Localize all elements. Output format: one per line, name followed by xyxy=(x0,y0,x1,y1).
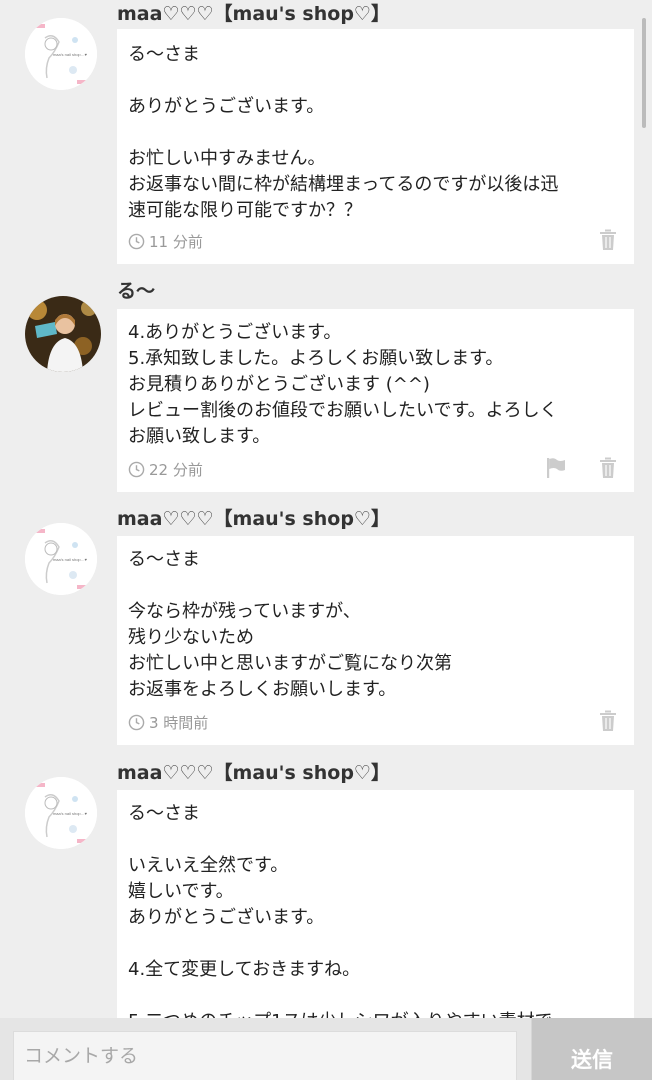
comment-composer: 送信 xyxy=(0,1018,652,1080)
comment-bubble: 4.ありがとうございます。 5.承知致しました。よろしくお願い致します。 お見積… xyxy=(117,309,634,492)
comment-line: 4.全て変更しておきますね。 xyxy=(128,959,361,980)
comment-meta: 3 時間前 xyxy=(128,711,208,733)
comment-time: 11 分前 xyxy=(149,232,203,251)
shop-avatar[interactable]: maa's nail shop…♥ xyxy=(25,523,97,595)
trash-icon[interactable] xyxy=(598,457,618,479)
comment-line: お返事ない間に枠が結構埋まってるのですが以後は迅 xyxy=(128,174,559,195)
comment-line: ありがとうございます。 xyxy=(128,907,325,928)
comment-line: 今なら枠が残っていますが、 xyxy=(128,601,361,622)
comment-line: 5.二つめのチップ1スは少しシワが入りやすい素材で xyxy=(128,1009,622,1018)
avatar-shop-text: maa's nail shop…♥ xyxy=(53,52,88,57)
shop-avatar[interactable]: maa's nail shop…♥ xyxy=(25,777,97,849)
comment-meta: 22 分前 xyxy=(128,458,203,480)
send-button-label: 送信 xyxy=(571,1048,613,1072)
comment-line xyxy=(128,827,622,853)
comment-line xyxy=(128,68,622,94)
scrollbar-thumb[interactable] xyxy=(642,18,646,128)
comment-time: 3 時間前 xyxy=(149,713,209,732)
comment-author[interactable]: maa♡♡♡【mau's shop♡】 xyxy=(117,2,390,26)
comment-line: 速可能な限り可能ですか？？ xyxy=(128,200,362,221)
comment-line xyxy=(128,931,622,957)
comment-line: お見積りありがとうございます (^^) xyxy=(128,374,430,395)
comment-bubble: る〜さま ありがとうございます。 お忙しい中すみません。 お返事ない間に枠が結構… xyxy=(117,29,634,264)
comment-line: 嬉しいです。 xyxy=(128,881,234,902)
shop-avatar[interactable]: maa's nail shop…♥ xyxy=(25,18,97,90)
trash-icon[interactable] xyxy=(598,710,618,732)
comment-actions xyxy=(566,710,618,732)
comment-bubble: る〜さま いえいえ全然です。 嬉しいです。 ありがとうございます。 4.全て変更… xyxy=(117,790,634,1018)
user-avatar[interactable] xyxy=(25,296,101,372)
flag-icon[interactable] xyxy=(546,457,566,479)
comment-line xyxy=(128,573,622,599)
comment-text: る〜さま ありがとうございます。 お忙しい中すみません。 お返事ない間に枠が結構… xyxy=(128,42,622,224)
comment-author[interactable]: る〜 xyxy=(117,279,155,303)
comment-line xyxy=(128,120,622,146)
clock-icon xyxy=(128,461,145,477)
comment-text: 4.ありがとうございます。 5.承知致しました。よろしくお願い致します。 お見積… xyxy=(128,320,622,450)
comment-bubble: る〜さま 今なら枠が残っていますが、 残り少ないため お忙しい中と思いますがご覧… xyxy=(117,536,634,745)
comment-input[interactable] xyxy=(13,1031,517,1080)
avatar-shop-text: maa's nail shop…♥ xyxy=(53,557,88,562)
comment-meta: 11 分前 xyxy=(128,230,203,252)
comment-line: 残り少ないため xyxy=(128,627,254,648)
trash-icon[interactable] xyxy=(598,229,618,251)
comment-text: る〜さま 今なら枠が残っていますが、 残り少ないため お忙しい中と思いますがご覧… xyxy=(128,547,622,703)
comment-feed[interactable]: maa's nail shop…♥ maa♡♡♡【mau's shop♡】 る〜… xyxy=(0,0,652,1018)
comment-actions xyxy=(566,229,618,251)
comment-author[interactable]: maa♡♡♡【mau's shop♡】 xyxy=(117,761,390,785)
clock-icon xyxy=(128,714,145,730)
comment-line: る〜さま xyxy=(128,549,200,570)
comment-line: 5.承知致しました。よろしくお願い致します。 xyxy=(128,348,504,369)
comment-line: レビュー割後のお値段でお願いしたいです。よろしく xyxy=(128,400,558,421)
comment-line: いえいえ全然です。 xyxy=(128,855,289,876)
comment-line: ありがとうございます。 xyxy=(128,96,325,117)
comment-text: る〜さま いえいえ全然です。 嬉しいです。 ありがとうございます。 4.全て変更… xyxy=(128,801,622,1018)
comment-time: 22 分前 xyxy=(149,460,203,479)
avatar-shop-text: maa's nail shop…♥ xyxy=(53,811,88,816)
send-button[interactable]: 送信 xyxy=(531,1018,652,1080)
comment-line: お返事をよろしくお願いします。 xyxy=(128,679,397,700)
comment-author[interactable]: maa♡♡♡【mau's shop♡】 xyxy=(117,507,390,531)
comment-line: お願い致します。 xyxy=(128,426,271,447)
comment-line: お忙しい中すみません。 xyxy=(128,148,326,169)
comment-line: お忙しい中と思いますがご覧になり次第 xyxy=(128,653,452,674)
comment-line: る〜さま xyxy=(128,44,200,65)
comment-line xyxy=(128,983,622,1009)
comment-actions xyxy=(514,457,618,479)
comment-line: 4.ありがとうございます。 xyxy=(128,322,342,343)
clock-icon xyxy=(128,233,145,249)
comment-line: る〜さま xyxy=(128,803,200,824)
